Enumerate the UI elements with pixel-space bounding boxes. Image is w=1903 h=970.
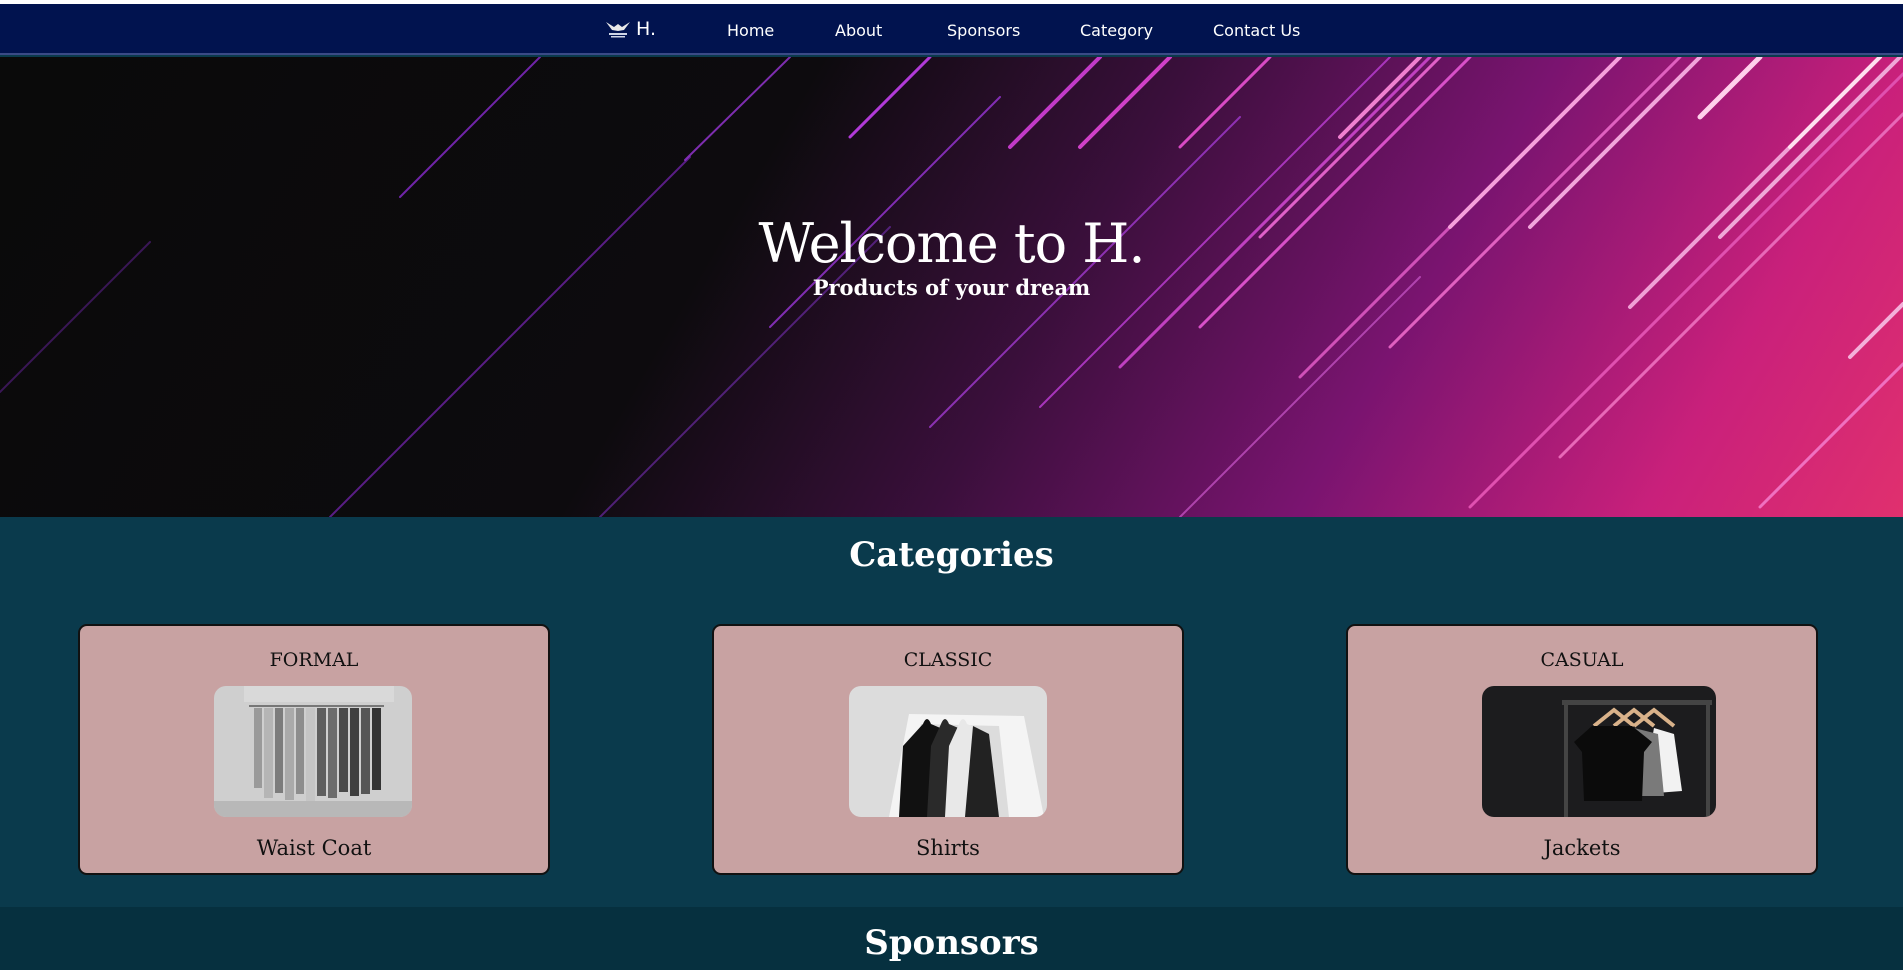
category-card-item: Waist Coat	[256, 836, 372, 860]
shirts-image	[849, 686, 1047, 817]
sponsors-title: Sponsors	[864, 923, 1039, 963]
category-card-heading: CLASSIC	[903, 649, 993, 671]
nav-link-sponsors[interactable]: Sponsors	[947, 21, 1020, 40]
brand-name: H.	[636, 18, 656, 40]
waist-coat-image	[214, 686, 412, 817]
hero-subtitle: Products of your dream	[812, 275, 1091, 300]
nav-link-about[interactable]: About	[835, 21, 882, 40]
category-card-item: Shirts	[916, 836, 980, 860]
category-card-heading: CASUAL	[1540, 649, 1624, 671]
sponsors-section: Sponsors	[0, 907, 1903, 970]
category-card-formal[interactable]: FORMAL Waist Coat	[78, 624, 550, 875]
eagle-logo-icon	[606, 22, 630, 38]
category-card-item: Jackets	[1543, 836, 1621, 860]
hero-title: Welcome to H.	[758, 212, 1145, 275]
categories-title: Categories	[849, 535, 1054, 575]
category-card-casual[interactable]: CASUAL Jackets	[1346, 624, 1818, 875]
category-card-classic[interactable]: CLASSIC Shirts	[712, 624, 1184, 875]
hero-banner: Welcome to H. Products of your dream	[0, 57, 1903, 517]
nav-link-contact-us[interactable]: Contact Us	[1213, 21, 1300, 40]
brand-logo[interactable]: H.	[604, 16, 656, 42]
category-card-heading: FORMAL	[269, 649, 359, 671]
jackets-image	[1482, 686, 1716, 817]
nav-link-category[interactable]: Category	[1080, 21, 1153, 40]
nav-link-home[interactable]: Home	[727, 21, 774, 40]
navbar: H. Home About Sponsors Category Contact …	[0, 4, 1903, 55]
categories-section: Categories FORMAL Waist Coat CLASSIC Shi…	[0, 517, 1903, 907]
